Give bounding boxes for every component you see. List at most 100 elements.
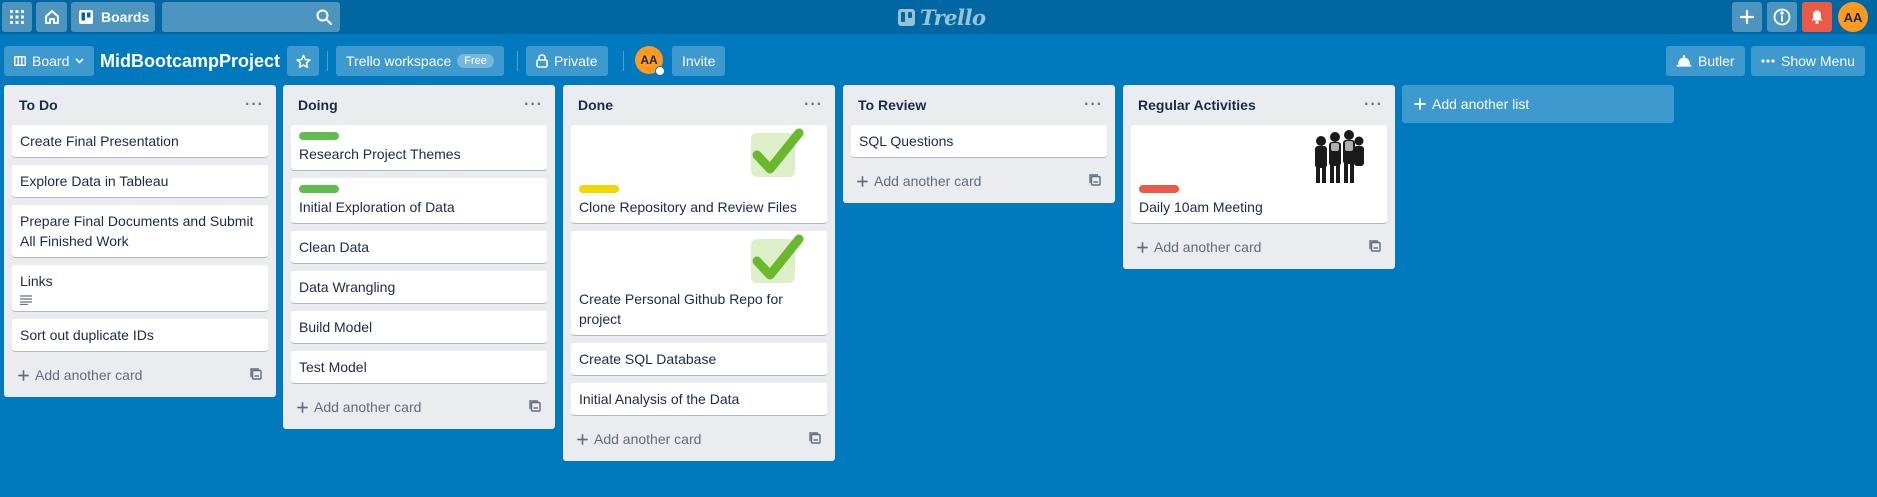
create-from-template-button[interactable] <box>529 399 541 415</box>
card-title: Initial Analysis of the Data <box>579 391 740 407</box>
board-view-label: Board <box>32 53 70 69</box>
card-title: Test Model <box>299 359 367 375</box>
list-header[interactable]: To Review ··· <box>843 85 1115 125</box>
card-label[interactable] <box>1139 185 1179 193</box>
workspace-plan-badge: Free <box>457 54 494 68</box>
card[interactable]: Initial Exploration of Data <box>291 178 547 223</box>
notifications-button[interactable] <box>1802 2 1832 32</box>
header-divider <box>517 51 518 71</box>
create-from-template-button[interactable] <box>1369 239 1381 255</box>
card[interactable]: Initial Analysis of the Data <box>571 383 827 415</box>
trello-logo[interactable]: Trello <box>898 5 986 30</box>
list-header[interactable]: Doing ··· <box>283 85 555 125</box>
list-menu-icon[interactable]: ··· <box>245 96 264 114</box>
app-header: Boards Trello AA <box>0 0 1877 34</box>
card-title: Build Model <box>299 319 373 335</box>
add-card-button[interactable]: Add another card <box>1131 231 1387 263</box>
invite-button[interactable]: Invite <box>672 46 726 76</box>
checkmark-icon <box>751 234 804 283</box>
card[interactable]: Daily 10am Meeting <box>1131 125 1387 223</box>
card[interactable]: Create Personal Github Repo for project <box>571 231 827 335</box>
apps-grid-button[interactable] <box>2 2 32 32</box>
list-menu-icon[interactable]: ··· <box>804 96 823 114</box>
list-title[interactable]: To Do <box>19 97 58 113</box>
card[interactable]: Create Final Presentation <box>12 125 268 157</box>
card-cover <box>579 231 819 289</box>
plus-icon <box>577 433 588 445</box>
list-menu-icon[interactable]: ··· <box>1084 96 1103 114</box>
list-title[interactable]: Done <box>578 97 613 113</box>
info-button[interactable] <box>1767 2 1797 32</box>
boards-button[interactable]: Boards <box>71 2 155 32</box>
add-list-button[interactable]: Add another list <box>1402 85 1674 123</box>
card[interactable]: Build Model <box>291 311 547 343</box>
add-card-button[interactable]: Add another card <box>851 165 1107 197</box>
card[interactable]: Prepare Final Documents and Submit All F… <box>12 205 268 257</box>
list[interactable]: Done ··· Clone Repository and Review Files… <box>563 85 835 461</box>
card-title: Create SQL Database <box>579 351 717 367</box>
card-title: Research Project Themes <box>299 146 461 162</box>
workspace-button[interactable]: Trello workspace Free <box>336 46 504 76</box>
show-menu-button[interactable]: Show Menu <box>1751 46 1865 76</box>
home-icon <box>44 10 59 24</box>
add-card-button[interactable]: Add another card <box>12 359 268 391</box>
invite-label[interactable]: Invite <box>682 53 715 69</box>
card-label[interactable] <box>299 185 339 193</box>
member-avatar[interactable]: AA <box>635 46 665 76</box>
card[interactable]: Create SQL Database <box>571 343 827 375</box>
card-label[interactable] <box>579 185 619 193</box>
list-title[interactable]: Doing <box>298 97 338 113</box>
list[interactable]: Regular Activities ··· Daily 10am Meeting A… <box>1123 85 1395 269</box>
description-icon <box>20 295 32 305</box>
show-menu-label: Show Menu <box>1781 53 1855 69</box>
board-title[interactable]: MidBootcampProject <box>100 46 280 76</box>
card-list: SQL Questions <box>843 125 1115 157</box>
board-view-switcher[interactable]: Board <box>4 46 95 76</box>
card[interactable]: Data Wrangling <box>291 271 547 303</box>
list[interactable]: To Review ··· SQL Questions Add another car… <box>843 85 1115 203</box>
add-card-button[interactable]: Add another card <box>571 423 827 455</box>
create-from-template-button[interactable] <box>250 367 262 383</box>
visibility-button[interactable]: Private <box>526 46 608 76</box>
info-icon <box>1773 8 1791 26</box>
list-title[interactable]: To Review <box>858 97 926 113</box>
card[interactable]: SQL Questions <box>851 125 1107 157</box>
star-board-button[interactable] <box>287 46 319 76</box>
list-header[interactable]: Done ··· <box>563 85 835 125</box>
plus-icon <box>1740 10 1754 24</box>
card-title: Links <box>20 273 53 289</box>
list-title[interactable]: Regular Activities <box>1138 97 1256 113</box>
list-header[interactable]: Regular Activities ··· <box>1123 85 1395 125</box>
home-button[interactable] <box>36 2 67 32</box>
card[interactable]: Test Model <box>291 351 547 383</box>
card[interactable]: Explore Data in Tableau <box>12 165 268 197</box>
search-icon <box>316 9 332 25</box>
butler-button[interactable]: Butler <box>1666 46 1745 76</box>
card[interactable]: Clone Repository and Review Files <box>571 125 827 223</box>
card[interactable]: Research Project Themes <box>291 125 547 170</box>
card-title: Clean Data <box>299 239 370 255</box>
create-from-template-button[interactable] <box>1089 173 1101 189</box>
butler-icon <box>1676 55 1692 67</box>
list[interactable]: Doing ··· Research Project Themes Initial E… <box>283 85 555 429</box>
create-button[interactable] <box>1732 2 1762 32</box>
card-label[interactable] <box>299 132 339 140</box>
user-avatar[interactable]: AA <box>1838 2 1868 32</box>
card[interactable]: Sort out duplicate IDs <box>12 319 268 351</box>
list-menu-icon[interactable]: ··· <box>524 96 543 114</box>
card[interactable]: Links <box>12 265 268 311</box>
add-card-label: Add another card <box>35 367 143 383</box>
card[interactable]: Clean Data <box>291 231 547 263</box>
trello-logo-icon <box>898 8 915 26</box>
list-menu-icon[interactable]: ··· <box>1364 96 1383 114</box>
list[interactable]: To Do ··· Create Final Presentation Explore… <box>4 85 276 397</box>
search-box[interactable] <box>162 2 340 32</box>
create-from-template-button[interactable] <box>809 431 821 447</box>
workspace-label: Trello workspace <box>346 53 452 69</box>
list-header[interactable]: To Do ··· <box>4 85 276 125</box>
search-input[interactable] <box>162 2 312 32</box>
card-title: Prepare Final Documents and Submit All F… <box>20 213 254 249</box>
card-title: Create Final Presentation <box>20 133 179 149</box>
add-card-button[interactable]: Add another card <box>291 391 547 423</box>
star-icon <box>295 54 311 68</box>
